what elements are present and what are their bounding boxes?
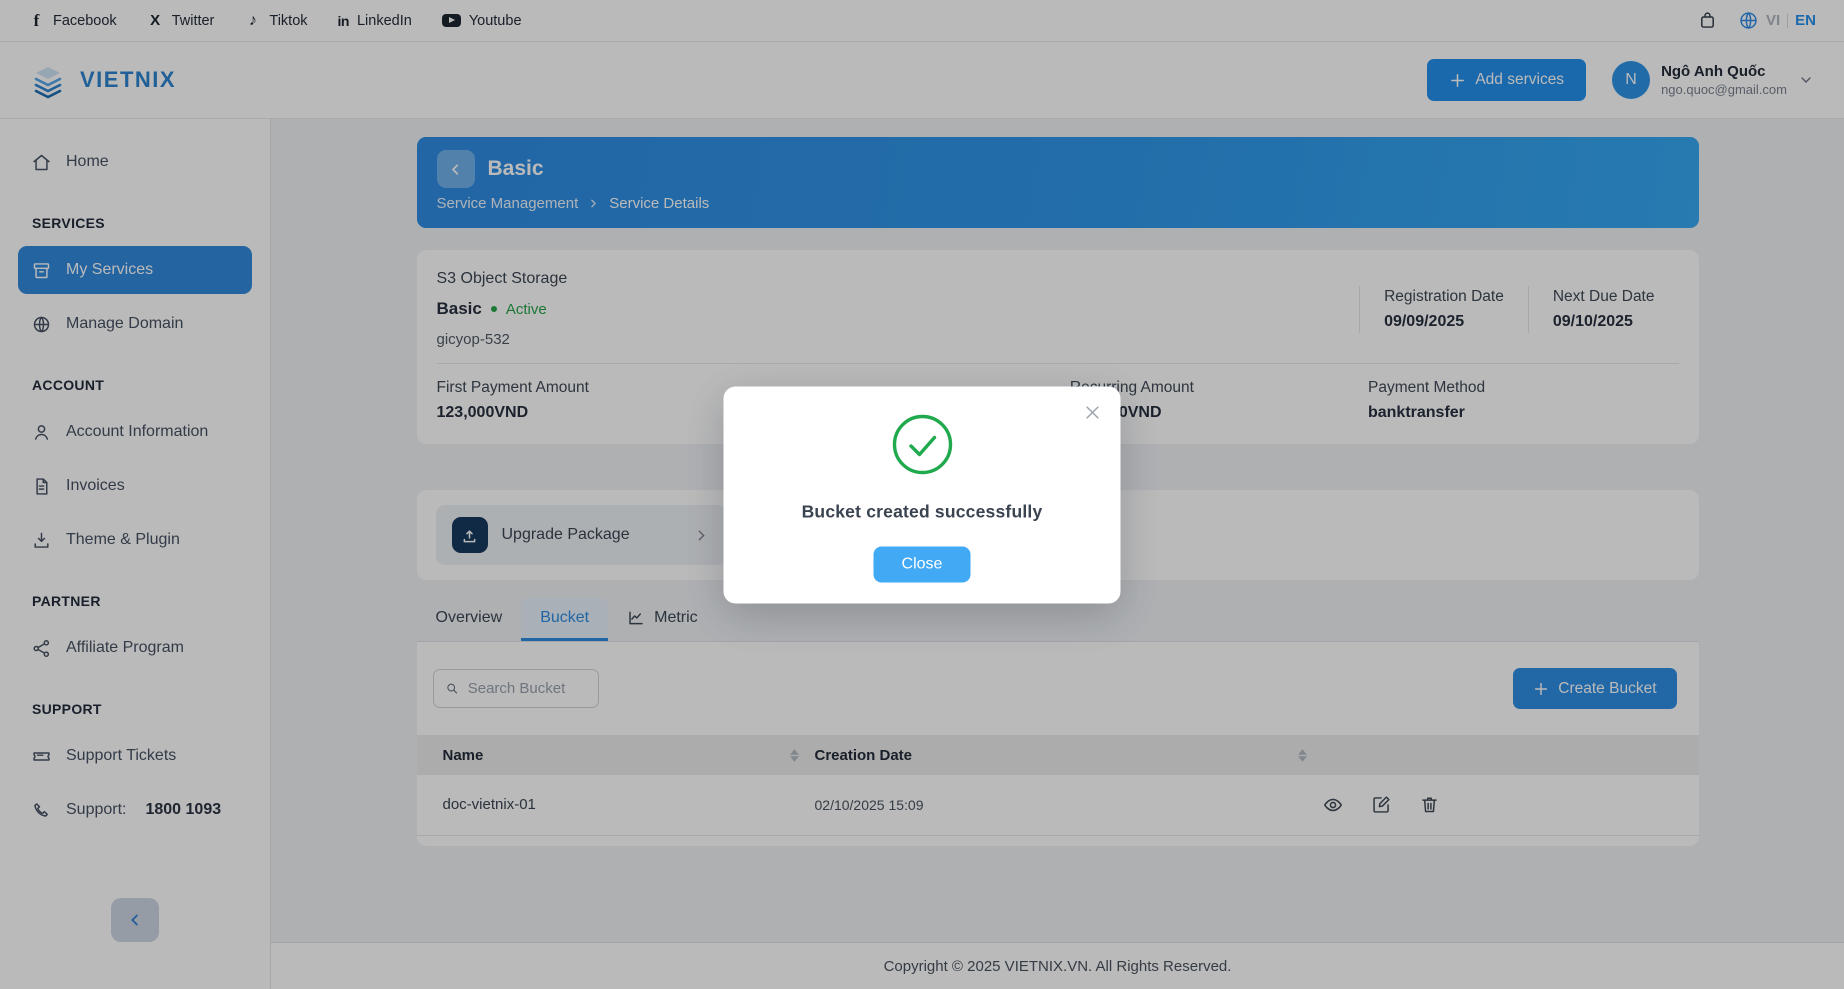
success-check-icon [891, 413, 953, 475]
success-modal: Bucket created successfully Close [724, 386, 1121, 603]
modal-close-icon-button[interactable] [1079, 398, 1107, 426]
close-icon [1083, 402, 1103, 422]
modal-close-button[interactable]: Close [874, 546, 971, 582]
modal-message: Bucket created successfully [802, 501, 1043, 522]
